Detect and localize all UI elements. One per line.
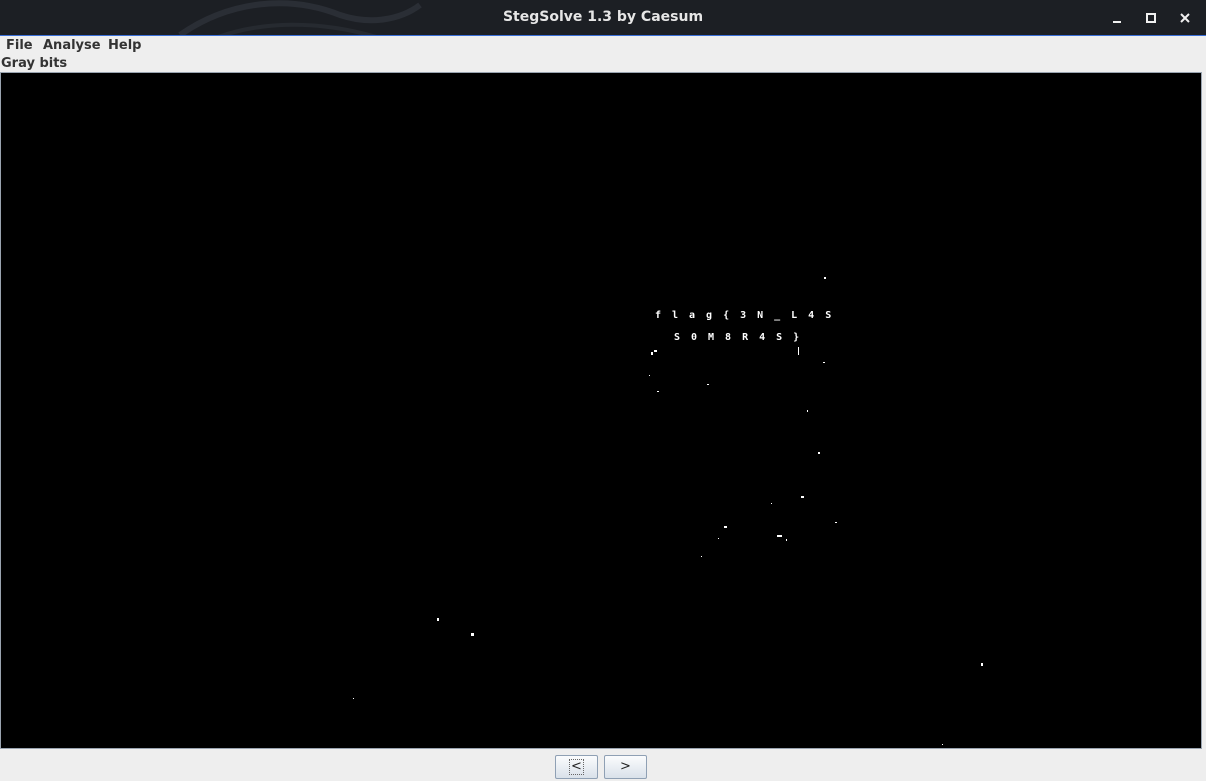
menu-help[interactable]: Help <box>108 36 141 56</box>
minimize-button[interactable] <box>1107 8 1127 28</box>
minimize-icon <box>1113 21 1121 23</box>
noise-dots <box>353 277 983 745</box>
hidden-text-line-1: flag{3N_L4S <box>655 310 843 321</box>
menu-bar: File Analyse Help <box>0 36 1206 56</box>
menu-file[interactable]: File <box>6 36 33 56</box>
next-plane-button[interactable]: > <box>604 755 647 779</box>
maximize-icon <box>1146 13 1156 23</box>
previous-plane-label: < <box>569 759 584 775</box>
bit-plane-label: Gray bits <box>1 56 68 71</box>
window-title: StegSolve 1.3 by Caesum <box>502 9 704 25</box>
window-titlebar: StegSolve 1.3 by Caesum <box>0 0 1206 36</box>
hidden-text-line-2: S0M8R4S} <box>674 332 811 343</box>
maximize-button[interactable] <box>1141 8 1161 28</box>
close-icon <box>1180 13 1190 23</box>
image-view: flag{3N_L4S S0M8R4S} <box>0 72 1202 749</box>
previous-plane-button[interactable]: < <box>555 755 598 779</box>
menu-analyse[interactable]: Analyse <box>43 36 101 56</box>
close-button[interactable] <box>1175 8 1195 28</box>
